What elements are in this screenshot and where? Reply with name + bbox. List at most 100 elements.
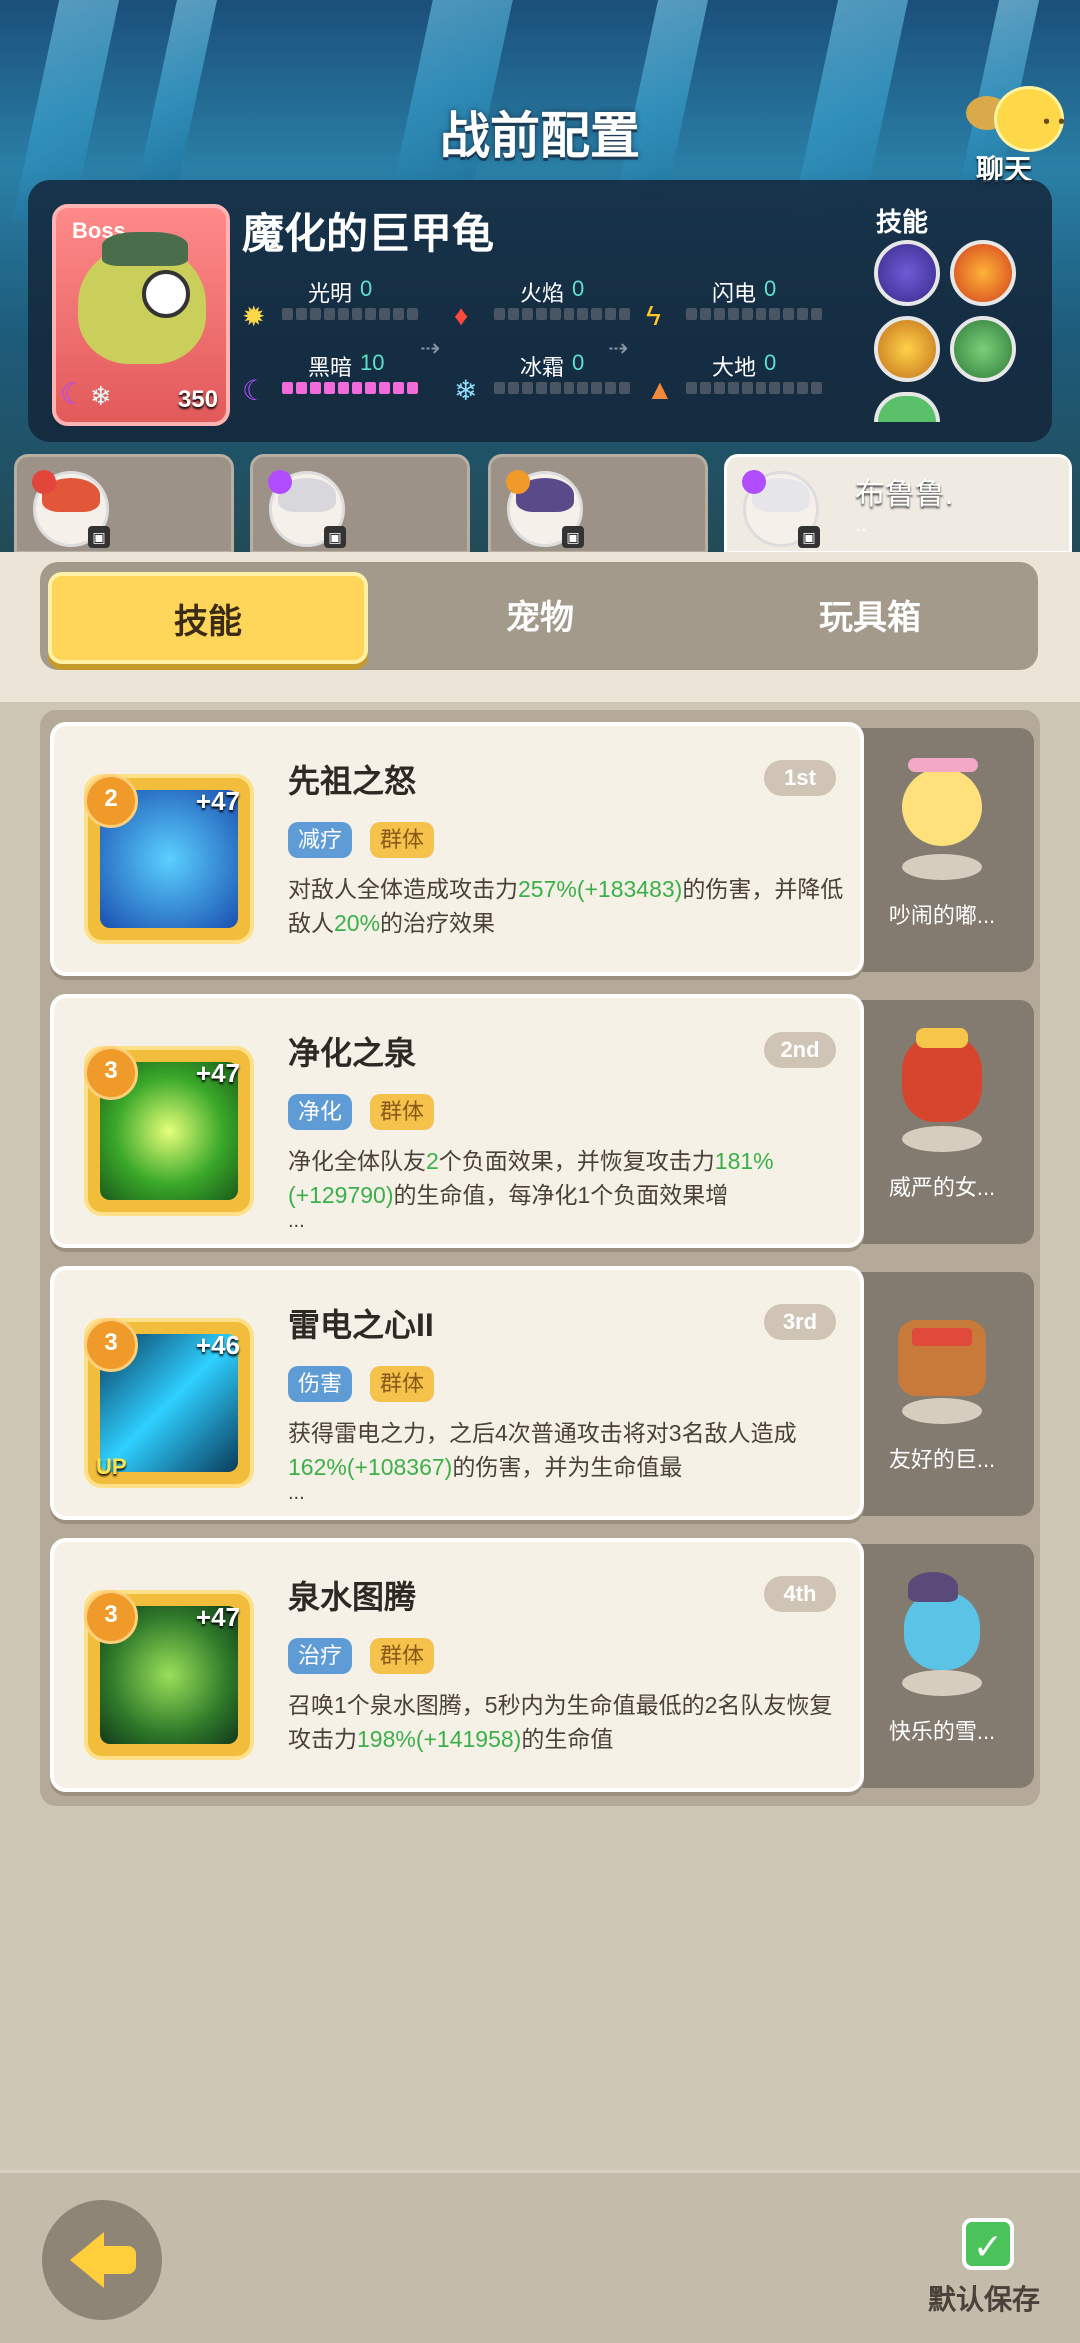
attr-bar (494, 308, 631, 320)
skill-icon-frame: 3 +46 UP (84, 1318, 254, 1488)
boss-skills-title: 技能 (876, 207, 929, 237)
back-arrow-tail (98, 2246, 136, 2274)
skill-description: 净化全体队友2个负面效果，并恢复攻击力181%(+129790)的生命值，每净化… (288, 1148, 774, 1208)
skill-card-body: 2 +47 先祖之怒 1st 减疗 群体 对敌人全体造成攻击力257%(+183… (50, 722, 864, 976)
pet-slot[interactable]: 威严的女... (850, 1000, 1034, 1244)
description-more: ... (288, 1210, 305, 1232)
team-slot-1[interactable]: ▣ (14, 454, 234, 554)
skill-icon-frame: 2 +47 (84, 774, 254, 944)
dark-element-icon (742, 470, 766, 494)
description-more: ... (288, 1482, 305, 1504)
skill-rank: 2nd (764, 1032, 836, 1068)
lock-icon: ▣ (798, 526, 820, 548)
skill-card-body: 3 +46 UP 雷电之心II 3rd 伤害 群体 获得雷电之力，之后4次普通攻… (50, 1266, 864, 1520)
skill-description: 对敌人全体造成攻击力257%(+183483)的伤害，并降低敌人20%的治疗效果 (288, 876, 844, 936)
skill-level-bonus: +47 (195, 1602, 240, 1632)
skill-level-bonus: +46 (195, 1330, 240, 1360)
skill-name: 先祖之怒 (288, 763, 417, 799)
cycle-arrow-icon: ⇢ (608, 335, 629, 362)
skill-tag-target: 群体 (370, 822, 435, 858)
skill-tag-target: 群体 (370, 1366, 435, 1402)
boss-info-panel: Boss ☾ ❄ 350 魔化的巨甲龟 光明 0 ✹ 火焰 0 ♦ 闪电 0 ϟ… (28, 180, 1052, 442)
snowflake-element-icon: ❄ (90, 381, 112, 411)
skill-rank: 4th (764, 1576, 836, 1612)
attr-earth: 大地 0 ▲ (646, 350, 846, 410)
skill-name: 净化之泉 (288, 1035, 417, 1071)
boss-skill-partial-icon[interactable] (874, 392, 940, 422)
pet-name: 吵闹的嘟... (888, 903, 996, 928)
back-button[interactable] (42, 2200, 162, 2320)
hero-avatar: ▣ (742, 470, 820, 548)
boss-portrait[interactable]: Boss ☾ ❄ 350 (52, 204, 230, 426)
pet-slot[interactable]: 友好的巨... (850, 1272, 1034, 1516)
skill-name: 雷电之心II (288, 1307, 434, 1343)
tab-pets[interactable]: 宠物 (380, 572, 700, 664)
skill-card[interactable]: 快乐的雪... 3 +47 泉水图腾 4th 治疗 群体 召唤1个泉水图腾，5秒… (50, 1538, 1040, 1800)
skill-description: 召唤1个泉水图腾，5秒内为生命值最低的2名队友恢复攻击力198%(+141958… (288, 1692, 833, 1752)
boss-skill-vortex-icon[interactable] (874, 240, 940, 306)
team-slot-2[interactable]: ▣ (250, 454, 470, 554)
hero-name-cont: .. (855, 511, 868, 536)
boss-skill-golem-icon[interactable] (950, 316, 1016, 382)
skill-tag-target: 群体 (370, 1094, 435, 1130)
skill-card-body: 3 +47 净化之泉 2nd 净化 群体 净化全体队友2个负面效果，并恢复攻击力… (50, 994, 864, 1248)
team-slot-3[interactable]: ▣ (488, 454, 708, 554)
pet-dragon-figure (888, 1022, 996, 1152)
pet-slot[interactable]: 快乐的雪... (850, 1544, 1034, 1788)
lightning-icon: ϟ (646, 300, 661, 331)
skill-star-badge: 3 (84, 1318, 138, 1372)
attr-bar (494, 382, 631, 394)
pet-name: 友好的巨... (888, 1447, 996, 1472)
boss-name: 魔化的巨甲龟 (242, 210, 495, 257)
boss-skill-fire-icon[interactable] (950, 240, 1016, 306)
pet-slot[interactable]: 吵闹的嘟... (850, 728, 1034, 972)
default-save-label[interactable]: 默认保存 (928, 2278, 1040, 2318)
boss-level: 350 (177, 386, 218, 413)
default-save-checkbox[interactable]: ✓ (962, 2218, 1014, 2270)
skill-tag-target: 群体 (370, 1638, 435, 1674)
chat-button[interactable]: •• 聊天 (966, 86, 1065, 186)
skill-tag-type: 减疗 (288, 822, 353, 858)
skill-rank: 3rd (764, 1304, 836, 1340)
attr-bar (686, 382, 823, 394)
moon-element-icon: ☾ (60, 378, 87, 411)
fire-icon: ♦ (454, 300, 469, 331)
snowflake-icon: ❄ (454, 375, 478, 406)
skill-name: 泉水图腾 (288, 1579, 417, 1615)
skill-icon-frame: 3 +47 (84, 1046, 254, 1216)
hero-avatar: ▣ (32, 470, 110, 548)
turtle-boss-image (78, 232, 206, 364)
tab-skills[interactable]: 技能 (48, 572, 368, 664)
skill-card[interactable]: 友好的巨... 3 +46 UP 雷电之心II 3rd 伤害 群体 获得雷电之力… (50, 1266, 1040, 1528)
skill-card[interactable]: 威严的女... 3 +47 净化之泉 2nd 净化 群体 净化全体队友2个负面效… (50, 994, 1040, 1256)
skill-description: 获得雷电之力，之后4次普通攻击将对3名敌人造成162%(+108367)的伤害，… (288, 1420, 797, 1480)
team-slot-4-selected[interactable]: ▣ 布鲁鲁. .. (724, 454, 1072, 554)
pet-name: 威严的女... (888, 1175, 996, 1200)
tab-toybox[interactable]: 玩具箱 (710, 572, 1030, 664)
chat-face-icon: •• (994, 86, 1065, 152)
skill-card[interactable]: 吵闹的嘟... 2 +47 先祖之怒 1st 减疗 群体 对敌人全体造成攻击力2… (50, 722, 1040, 984)
hero-name: 布鲁鲁. (855, 478, 954, 511)
sun-icon: ✹ (242, 301, 266, 332)
attr-bar-filled (282, 382, 419, 394)
attr-lightning: 闪电 0 ϟ (646, 276, 846, 336)
hero-avatar: ▣ (506, 470, 584, 548)
skill-list: 吵闹的嘟... 2 +47 先祖之怒 1st 减疗 群体 对敌人全体造成攻击力2… (40, 710, 1040, 1806)
boss-skill-spike-icon[interactable] (874, 316, 940, 382)
light-element-icon (506, 470, 530, 494)
attr-fire: 火焰 0 ♦ (454, 276, 654, 336)
skill-card-body: 3 +47 泉水图腾 4th 治疗 群体 召唤1个泉水图腾，5秒内为生命值最低的… (50, 1538, 864, 1792)
page-title: 战前配置 (440, 108, 640, 164)
pet-robot-figure (888, 1294, 996, 1424)
earth-icon: ▲ (646, 374, 674, 405)
pet-bird-figure (888, 750, 996, 880)
attr-bar (282, 308, 419, 320)
lock-icon: ▣ (562, 526, 584, 548)
dark-element-icon (268, 470, 292, 494)
cycle-arrow-icon: ⇢ (420, 335, 441, 362)
attr-light: 光明 0 ✹ (242, 276, 442, 336)
skill-level-bonus: +47 (195, 1058, 240, 1088)
moon-icon: ☾ (242, 375, 268, 406)
skill-rank: 1st (764, 760, 836, 796)
bottom-bar (0, 2170, 1080, 2343)
